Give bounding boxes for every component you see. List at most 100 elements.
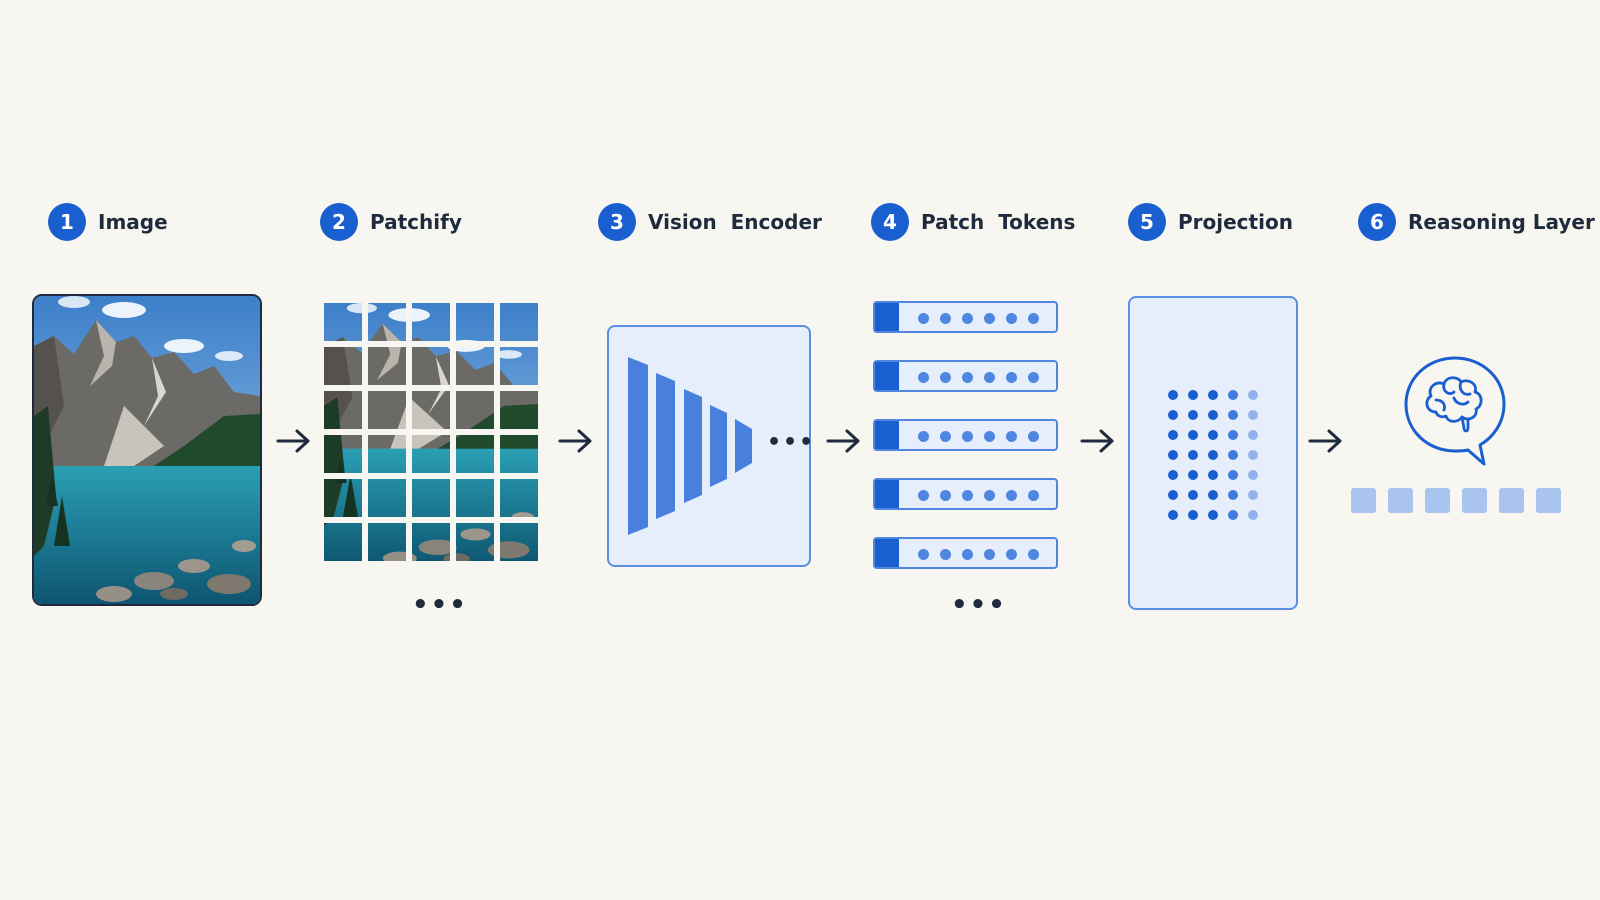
projection-dot: [1208, 470, 1218, 480]
projection-dot: [1208, 450, 1218, 460]
patch-token: [873, 537, 1058, 569]
token-dot: [940, 431, 951, 442]
projection-dot: [1228, 410, 1238, 420]
image-patch: [368, 523, 406, 561]
image-patch: [412, 347, 450, 385]
right-arrow-icon: [826, 429, 860, 453]
projection-dot: [1248, 410, 1258, 420]
token-marker: [875, 539, 899, 567]
projection-dot: [1168, 430, 1178, 440]
token-dot: [1028, 490, 1039, 501]
projection-dot: [1188, 490, 1198, 500]
projection-dot: [1208, 430, 1218, 440]
right-arrow-icon: [558, 429, 592, 453]
projection-dot: [1208, 390, 1218, 400]
projection-dot: [1228, 390, 1238, 400]
output-token: [1536, 488, 1561, 513]
projection-dot: [1188, 430, 1198, 440]
projection-dot: [1228, 430, 1238, 440]
step-title: Reasoning Layer: [1408, 210, 1595, 234]
token-dot: [1006, 490, 1017, 501]
token-dot: [918, 549, 929, 560]
image-patch: [456, 347, 494, 385]
token-dot: [918, 372, 929, 383]
projection-dot: [1248, 470, 1258, 480]
token-dot: [940, 549, 951, 560]
token-dot: [962, 490, 973, 501]
projection-dot: [1248, 390, 1258, 400]
token-dot: [984, 549, 995, 560]
image-patch: [500, 391, 538, 429]
step-1-header: 1 Image: [48, 202, 168, 242]
projection-dot: [1168, 470, 1178, 480]
image-patch: [500, 479, 538, 517]
image-patch: [368, 347, 406, 385]
image-patch: [500, 303, 538, 341]
token-dot: [940, 490, 951, 501]
image-patch-grid: [324, 303, 538, 561]
projection-dot: [1228, 490, 1238, 500]
image-patch: [368, 303, 406, 341]
image-patch: [368, 479, 406, 517]
projection-dot: [1248, 490, 1258, 500]
projection-dot: [1228, 470, 1238, 480]
image-patch: [368, 435, 406, 473]
projection-dot: [1188, 410, 1198, 420]
output-token: [1388, 488, 1413, 513]
landscape-illustration: [34, 296, 260, 604]
image-patch: [500, 523, 538, 561]
image-patch: [324, 303, 362, 341]
output-token: [1499, 488, 1524, 513]
right-arrow-icon: [276, 429, 310, 453]
token-dot: [940, 372, 951, 383]
token-dot: [918, 313, 929, 324]
step-title: Patch Tokens: [921, 210, 1076, 234]
projection-dot: [1248, 430, 1258, 440]
step-2-header: 2 Patchify: [320, 202, 462, 242]
step-number-badge: 1: [48, 203, 86, 241]
projection-dot: [1248, 510, 1258, 520]
token-list-ellipsis: •••: [951, 590, 1007, 620]
projection-dot: [1208, 490, 1218, 500]
projection-dot: [1248, 450, 1258, 460]
projection-dot: [1208, 410, 1218, 420]
token-dot: [1006, 431, 1017, 442]
projection-dot: [1188, 470, 1198, 480]
token-marker: [875, 421, 899, 449]
token-dot: [962, 372, 973, 383]
step-5-header: 5 Projection: [1128, 202, 1293, 242]
step-number-badge: 6: [1358, 203, 1396, 241]
token-dot: [1006, 549, 1017, 560]
token-dot: [984, 372, 995, 383]
image-patch: [456, 391, 494, 429]
projection-dot: [1168, 410, 1178, 420]
image-patch: [412, 391, 450, 429]
image-patch: [412, 479, 450, 517]
token-dot: [918, 490, 929, 501]
projection-dot: [1168, 510, 1178, 520]
patch-token: [873, 478, 1058, 510]
token-dot: [1028, 431, 1039, 442]
token-marker: [875, 480, 899, 508]
projection-dot: [1188, 390, 1198, 400]
projection-dot: [1188, 510, 1198, 520]
projection-dot: [1168, 450, 1178, 460]
projection-dot: [1188, 450, 1198, 460]
patch-token: [873, 301, 1058, 333]
patch-token: [873, 360, 1058, 392]
output-token: [1351, 488, 1376, 513]
right-arrow-icon: [1080, 429, 1114, 453]
projection-dot: [1208, 510, 1218, 520]
step-3-header: 3 Vision Encoder: [598, 202, 822, 242]
right-arrow-icon: [1308, 429, 1342, 453]
image-patch: [324, 523, 362, 561]
image-patch: [324, 347, 362, 385]
output-token: [1462, 488, 1487, 513]
projection-dot: [1228, 450, 1238, 460]
step-title: Vision Encoder: [648, 210, 822, 234]
step-number-badge: 4: [871, 203, 909, 241]
image-patch: [500, 435, 538, 473]
token-marker: [875, 362, 899, 390]
token-marker: [875, 303, 899, 331]
step-number-badge: 3: [598, 203, 636, 241]
